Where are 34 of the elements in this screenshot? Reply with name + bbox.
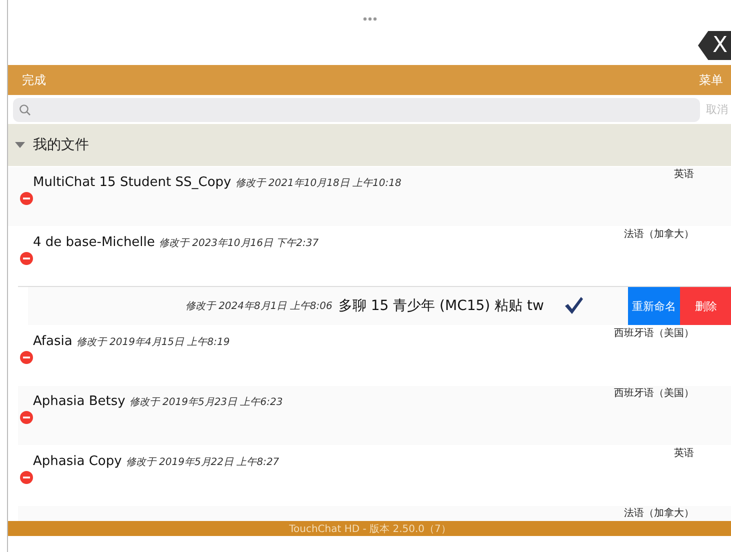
- language-label: 法语（加拿大）: [624, 508, 694, 520]
- modified-date: 修改于 2024年8月1日 上午8:06: [185, 300, 332, 313]
- search-icon: [19, 104, 31, 116]
- file-name: Afasia: [33, 334, 72, 349]
- modified-date: 修改于 2021年10月18日 上午10:18: [235, 176, 402, 190]
- version-label: TouchChat HD - 版本 2.50.0（7）: [289, 522, 451, 536]
- language-label: 西班牙语（美国）: [614, 328, 694, 340]
- language-label: 法语（加拿大）: [624, 229, 694, 241]
- delete-icon[interactable]: [20, 471, 33, 484]
- delete-button[interactable]: 删除: [680, 287, 731, 325]
- section-header[interactable]: 我的文件: [8, 124, 731, 166]
- delete-icon[interactable]: [20, 351, 33, 364]
- file-name: 多聊 15 青少年 (MC15) 粘贴 tw: [338, 297, 544, 315]
- file-name: Aphasia Copy: [33, 454, 122, 469]
- modified-date: 修改于 2019年5月22日 上午8:27: [126, 456, 280, 469]
- modified-date: 修改于 2019年5月23日 上午6:23: [129, 396, 283, 409]
- rename-button[interactable]: 重新命名: [628, 287, 680, 325]
- delete-icon[interactable]: [20, 411, 33, 424]
- language-label: 英语: [674, 448, 694, 460]
- file-row[interactable]: MultiChat 15 Student SS_Copy 修改于 2021年10月18日 上午10:18 英语: [8, 166, 731, 226]
- file-row[interactable]: 修改于 2024年8月1日 上午8:06 多聊 15 青少年 (MC15) 粘贴 tw 重新命名 删除: [18, 286, 731, 325]
- close-button[interactable]: X: [698, 31, 731, 60]
- section-title: 我的文件: [33, 136, 89, 154]
- search-field[interactable]: [13, 98, 700, 122]
- language-label: 英语: [674, 169, 694, 181]
- file-name: MultiChat 15 Student SS_Copy: [33, 175, 232, 190]
- grabber-icon: [363, 17, 377, 21]
- modified-date: 修改于 2019年4月15日 上午8:19: [76, 336, 230, 349]
- file-name: Aphasia Betsy: [33, 394, 126, 409]
- file-name: 4 de base-Michelle: [33, 235, 155, 250]
- delete-icon[interactable]: [20, 192, 33, 205]
- modified-date: 修改于 2023年10月16日 下午2:37: [158, 237, 319, 250]
- delete-icon[interactable]: [20, 252, 33, 265]
- language-label: 西班牙语（美国）: [614, 388, 694, 400]
